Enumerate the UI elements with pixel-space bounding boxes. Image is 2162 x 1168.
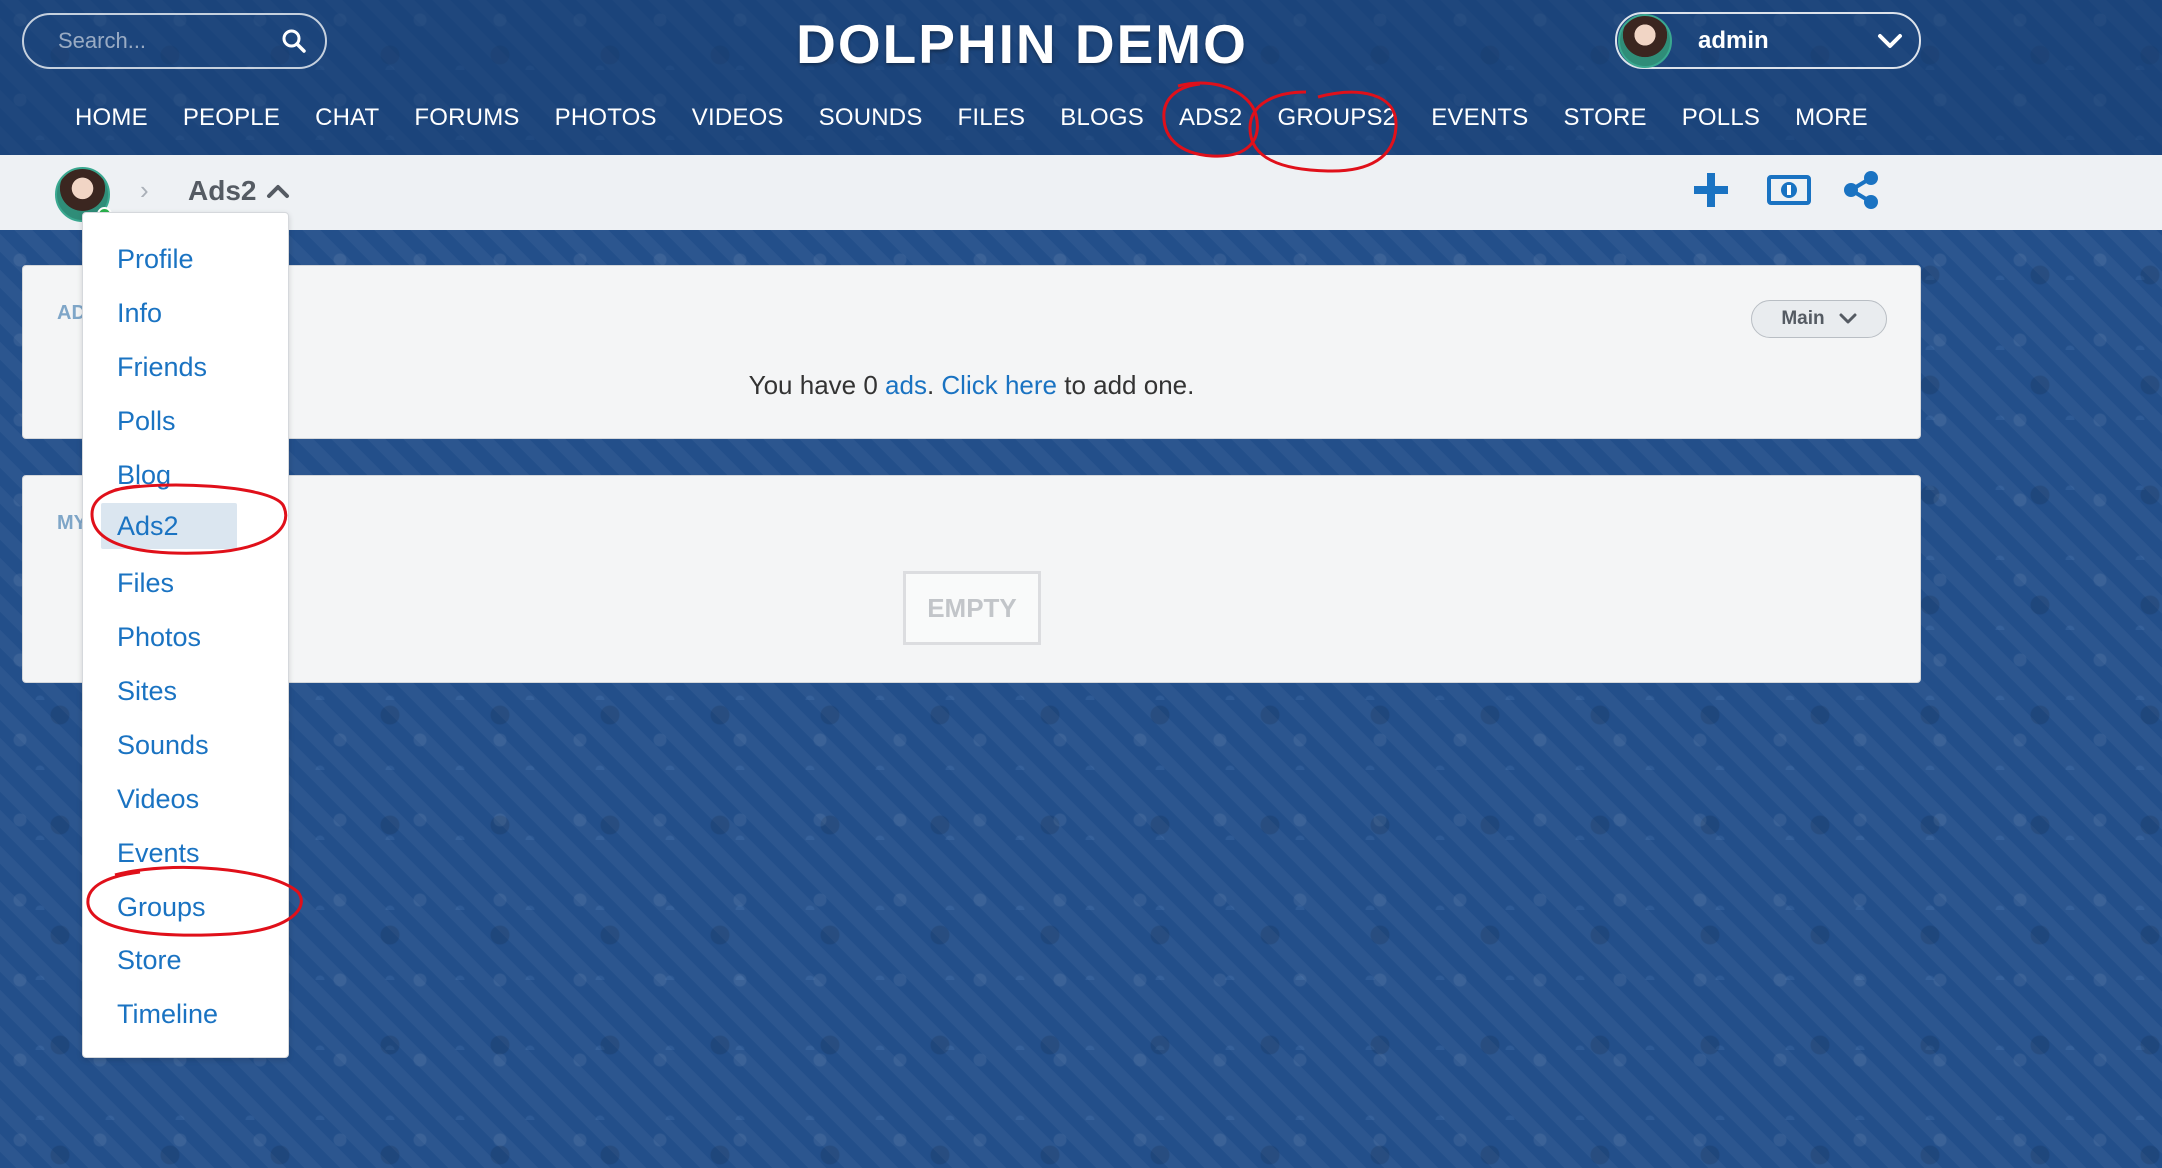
- ads-panel: AD Main You have 0 ads. Click here to ad…: [22, 265, 1921, 439]
- menu-item-blog[interactable]: Blog: [117, 452, 171, 498]
- menu-item-polls[interactable]: Polls: [117, 398, 176, 444]
- ads-link[interactable]: ads: [885, 370, 927, 400]
- ads-message-mid: .: [926, 370, 942, 400]
- menu-item-info[interactable]: Info: [117, 290, 162, 336]
- menu-item-profile[interactable]: Profile: [117, 236, 194, 282]
- breadcrumb-current[interactable]: Ads2: [188, 175, 290, 207]
- nav-files[interactable]: FILES: [958, 104, 1026, 132]
- empty-placeholder: EMPTY: [903, 571, 1041, 645]
- nav-more[interactable]: MORE: [1795, 104, 1868, 132]
- nav-polls[interactable]: POLLS: [1682, 104, 1760, 132]
- search-box[interactable]: Search...: [22, 13, 327, 69]
- nav-store[interactable]: STORE: [1563, 104, 1646, 132]
- main-dropdown-label: Main: [1781, 308, 1825, 329]
- add-ad-link[interactable]: Click here: [941, 370, 1057, 400]
- menu-item-videos[interactable]: Videos: [117, 776, 199, 822]
- nav-groups2[interactable]: GROUPS2: [1277, 104, 1396, 132]
- my-panel: MY EMPTY: [22, 475, 1921, 683]
- site-title[interactable]: DOLPHIN DEMO: [796, 12, 1248, 76]
- nav-people[interactable]: PEOPLE: [183, 104, 280, 132]
- nav-photos[interactable]: PHOTOS: [555, 104, 657, 132]
- account-menu[interactable]: admin: [1615, 12, 1921, 69]
- account-name: admin: [1698, 26, 1769, 54]
- nav-ads2[interactable]: ADS2: [1179, 104, 1243, 132]
- profile-subbar: › Ads2: [0, 155, 2162, 230]
- share-icon[interactable]: [1842, 170, 1880, 210]
- search-input[interactable]: Search...: [58, 28, 281, 54]
- nav-sounds[interactable]: SOUNDS: [819, 104, 923, 132]
- main-dropdown[interactable]: Main: [1751, 300, 1887, 338]
- plus-icon[interactable]: [1693, 170, 1729, 210]
- menu-item-friends[interactable]: Friends: [117, 344, 207, 390]
- nav-events[interactable]: EVENTS: [1431, 104, 1528, 132]
- nav-chat[interactable]: CHAT: [315, 104, 379, 132]
- money-icon[interactable]: [1766, 170, 1812, 210]
- menu-item-sounds[interactable]: Sounds: [117, 722, 209, 768]
- menu-item-events[interactable]: Events: [117, 830, 200, 876]
- ads-message: You have 0 ads. Click here to add one.: [23, 370, 1920, 401]
- menu-item-photos[interactable]: Photos: [117, 614, 201, 660]
- breadcrumb-label: Ads2: [188, 175, 257, 206]
- menu-item-timeline[interactable]: Timeline: [117, 991, 218, 1037]
- breadcrumb-separator: ›: [140, 175, 149, 205]
- search-icon[interactable]: [281, 28, 307, 54]
- nav-blogs[interactable]: BLOGS: [1060, 104, 1144, 132]
- nav-forums[interactable]: FORUMS: [414, 104, 519, 132]
- chevron-down-icon[interactable]: [1877, 32, 1903, 50]
- ads-message-suffix: to add one.: [1057, 370, 1195, 400]
- ads-message-prefix: You have 0: [748, 370, 886, 400]
- nav-videos[interactable]: VIDEOS: [692, 104, 784, 132]
- menu-item-ads2[interactable]: Ads2: [101, 503, 237, 549]
- main-nav: HOME PEOPLE CHAT FORUMS PHOTOS VIDEOS SO…: [75, 104, 1903, 132]
- chevron-up-icon[interactable]: [266, 182, 290, 200]
- avatar[interactable]: [1618, 13, 1672, 68]
- menu-item-groups[interactable]: Groups: [117, 884, 206, 930]
- menu-item-sites[interactable]: Sites: [117, 668, 177, 714]
- nav-home[interactable]: HOME: [75, 104, 148, 132]
- profile-menu: Profile Info Friends Polls Blog Ads2 Fil…: [82, 212, 289, 1058]
- menu-item-store[interactable]: Store: [117, 937, 182, 983]
- chevron-down-icon: [1839, 313, 1857, 324]
- menu-item-files[interactable]: Files: [117, 560, 174, 606]
- site-header: Search... DOLPHIN DEMO admin HOME PEOPLE…: [0, 0, 2162, 155]
